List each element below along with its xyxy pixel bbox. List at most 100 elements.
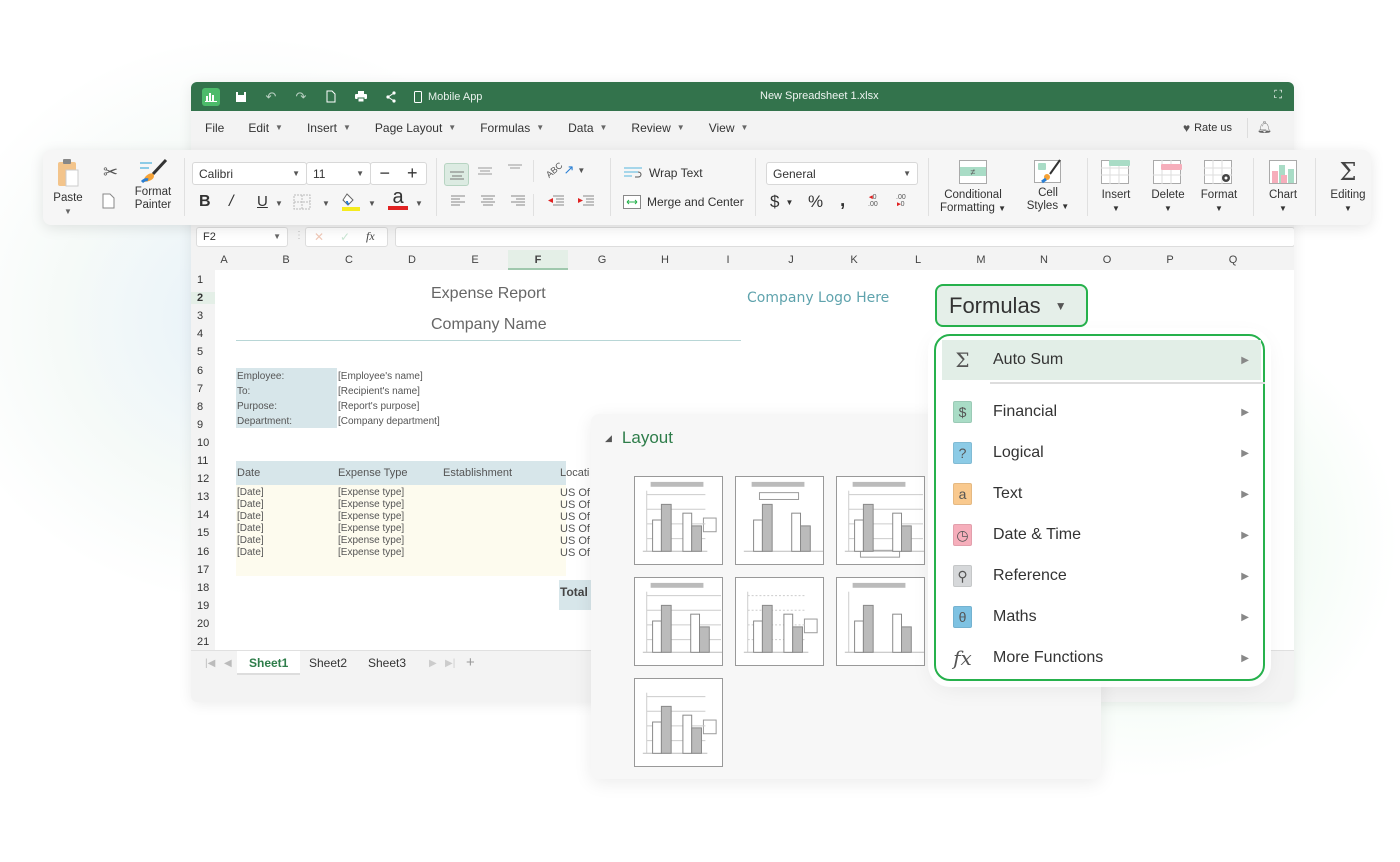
align-center-icon[interactable] [481, 195, 495, 207]
column-header-m[interactable]: M [951, 254, 1011, 266]
column-header-n[interactable]: N [1014, 254, 1074, 266]
row-header-13[interactable]: 13 [197, 491, 209, 503]
column-header-o[interactable]: O [1077, 254, 1137, 266]
row-header-2[interactable]: 2 [191, 292, 215, 305]
notification-icon[interactable]: 🔔︎ [1257, 120, 1272, 134]
column-header-l[interactable]: L [888, 254, 948, 266]
table-header-cell[interactable]: Expense Type [338, 467, 408, 479]
font-color-icon[interactable]: a [388, 187, 408, 210]
chart-layout-thumbnail[interactable] [836, 577, 925, 666]
column-header-p[interactable]: P [1140, 254, 1200, 266]
new-document-icon[interactable] [322, 88, 340, 106]
table-cell[interactable]: [Expense type] [338, 535, 404, 546]
table-cell[interactable]: [Date] [237, 547, 264, 558]
fx-icon[interactable]: fx [366, 229, 375, 244]
format-cells-button[interactable]: Format ▼ [1199, 160, 1239, 215]
row-header-1[interactable]: 1 [197, 274, 203, 286]
table-cell[interactable]: [Date] [237, 499, 264, 510]
increase-font-icon[interactable]: + [407, 163, 418, 184]
mobile-app-button[interactable]: Mobile App [414, 90, 482, 103]
font-name-select[interactable]: Calibri ▼ [192, 162, 307, 185]
row-header-4[interactable]: 4 [197, 328, 203, 340]
menu-review[interactable]: Review ▼ [631, 121, 684, 135]
caret-down-icon[interactable]: ▼ [415, 199, 423, 208]
table-header-cell[interactable]: Date [237, 467, 260, 479]
report-title[interactable]: Expense Report [431, 285, 546, 303]
row-header-3[interactable]: 3 [197, 310, 203, 322]
menu-page-layout[interactable]: Page Layout ▼ [375, 121, 456, 135]
row-header-17[interactable]: 17 [197, 564, 209, 576]
company-name[interactable]: Company Name [431, 316, 547, 334]
formula-input[interactable] [395, 227, 1294, 247]
column-header-k[interactable]: K [824, 254, 884, 266]
underline-icon[interactable]: U [257, 193, 268, 210]
formulas-menu-item[interactable]: θ Maths ▶ [942, 597, 1261, 637]
chart-layout-thumbnail[interactable] [836, 476, 925, 565]
info-value[interactable]: [Recipient's name] [338, 386, 420, 397]
row-header-5[interactable]: 5 [197, 346, 203, 358]
merge-center-button[interactable]: Merge and Center [623, 195, 744, 209]
row-header-16[interactable]: 16 [197, 546, 209, 558]
menu-edit[interactable]: Edit ▼ [248, 121, 283, 135]
layout-panel-header[interactable]: ◢ Layout [605, 428, 673, 448]
fullscreen-icon[interactable]: ⛶ [1274, 89, 1282, 102]
row-header-9[interactable]: 9 [197, 419, 203, 431]
chart-layout-thumbnail[interactable] [634, 476, 723, 565]
row-header-19[interactable]: 19 [197, 600, 209, 612]
menu-data[interactable]: Data ▼ [568, 121, 607, 135]
chart-layout-thumbnail[interactable] [735, 577, 824, 666]
row-header-14[interactable]: 14 [197, 509, 209, 521]
caret-down-icon[interactable]: ▼ [275, 199, 283, 208]
column-header-q[interactable]: Q [1203, 254, 1263, 266]
caret-down-icon[interactable]: ▼ [322, 199, 330, 208]
formulas-dropdown-button[interactable]: Formulas ▼ [935, 284, 1088, 327]
confirm-icon[interactable]: ✓ [340, 230, 350, 244]
wrap-text-button[interactable]: Wrap Text [623, 166, 703, 180]
table-cell[interactable]: [Date] [237, 487, 264, 498]
cell-styles-button[interactable]: Cell Styles ▼ [1023, 158, 1073, 213]
row-header-10[interactable]: 10 [197, 437, 209, 449]
formulas-menu-item[interactable]: ◷ Date & Time ▶ [942, 515, 1261, 555]
table-cell[interactable]: US Of [560, 547, 590, 559]
sheet-tab-1[interactable]: Sheet1 [237, 651, 301, 675]
sheet-tab-3[interactable]: Sheet3 [356, 651, 418, 675]
font-size-select[interactable]: 11 ▼ [306, 162, 371, 185]
chart-layout-thumbnail[interactable] [735, 476, 824, 565]
info-label[interactable]: Purpose: [237, 401, 277, 412]
formulas-menu-item[interactable]: ⚲ Reference ▶ [942, 556, 1261, 596]
table-cell[interactable]: [Expense type] [338, 523, 404, 534]
table-cell[interactable]: US Of [560, 511, 590, 523]
first-sheet-icon[interactable]: |◀ [205, 658, 215, 669]
number-format-select[interactable]: General ▼ [766, 162, 918, 185]
row-header-18[interactable]: 18 [197, 582, 209, 594]
formulas-menu-item[interactable]: fx More Functions ▶ [942, 638, 1261, 678]
info-value[interactable]: [Employee's name] [338, 371, 423, 382]
table-cell[interactable]: [Expense type] [338, 487, 404, 498]
table-header-cell[interactable]: Establishment [443, 467, 512, 479]
chart-button[interactable]: Chart ▼ [1265, 160, 1301, 215]
table-cell[interactable]: US Of [560, 523, 590, 535]
add-sheet-icon[interactable]: + [466, 654, 475, 671]
undo-icon[interactable]: ↶ [262, 88, 280, 106]
chart-layout-thumbnail[interactable] [634, 577, 723, 666]
last-sheet-icon[interactable]: ▶| [445, 658, 455, 669]
info-value[interactable]: [Report's purpose] [338, 401, 419, 412]
table-cell[interactable]: [Expense type] [338, 511, 404, 522]
column-header-f[interactable]: F [508, 250, 568, 270]
increase-indent-icon[interactable] [578, 195, 594, 207]
caret-down-icon[interactable]: ▼ [368, 199, 376, 208]
delete-cells-button[interactable]: Delete ▼ [1148, 160, 1188, 215]
menu-view[interactable]: View ▼ [709, 121, 749, 135]
bold-icon[interactable]: B [199, 193, 211, 211]
table-cell[interactable]: US Of [560, 535, 590, 547]
column-header-c[interactable]: C [319, 254, 379, 266]
table-cell[interactable]: US Of [560, 499, 590, 511]
row-header-11[interactable]: 11 [197, 455, 208, 467]
decrease-decimal-icon[interactable]: .00 ▸0 [896, 194, 906, 208]
info-label[interactable]: Employee: [237, 371, 284, 382]
column-header-b[interactable]: B [256, 254, 316, 266]
table-cell[interactable]: [Expense type] [338, 499, 404, 510]
decrease-font-icon[interactable]: − [379, 163, 390, 184]
table-header-cell[interactable]: Locati [560, 467, 589, 479]
prev-sheet-icon[interactable]: ◀ [224, 658, 232, 669]
